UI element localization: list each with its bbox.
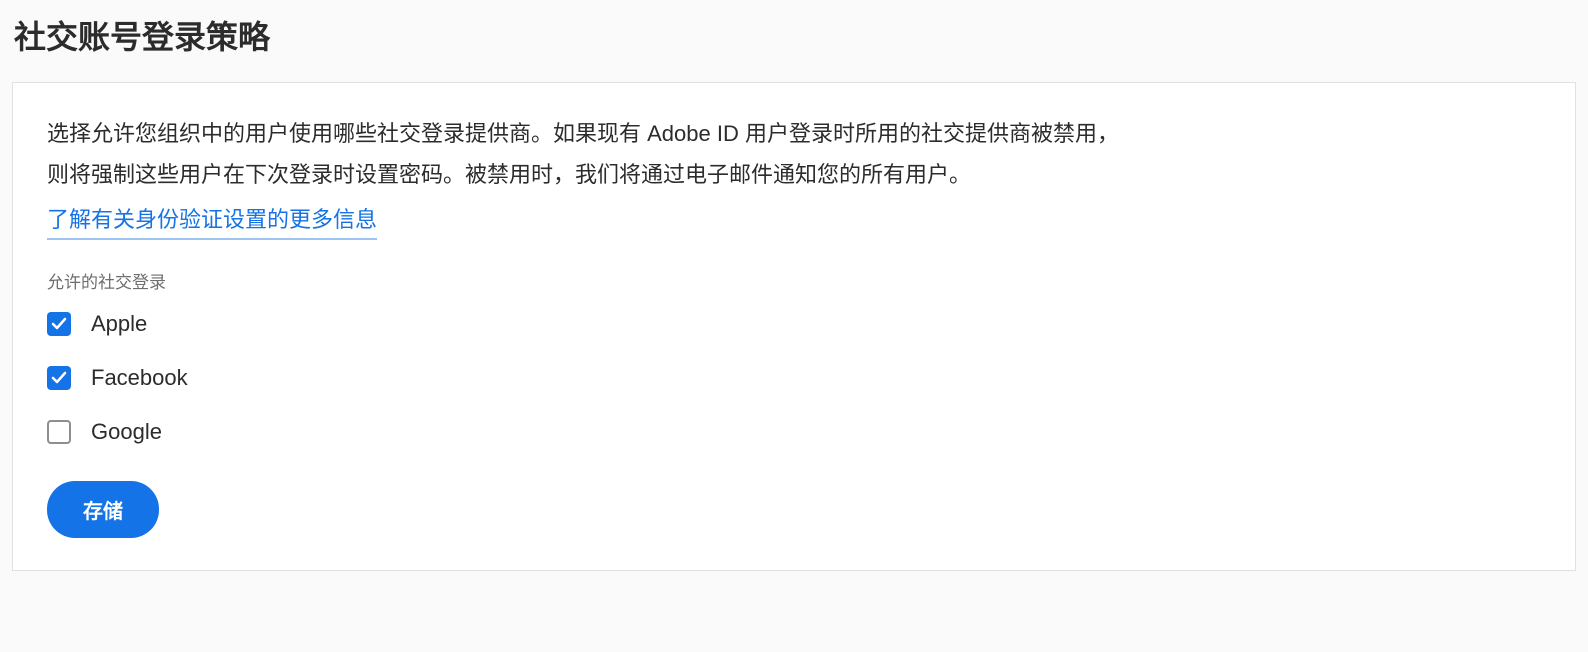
checkbox-row-google[interactable]: Google	[47, 419, 1541, 445]
checkbox-label-facebook: Facebook	[91, 365, 188, 391]
checkbox-google[interactable]	[47, 420, 71, 444]
policy-description-line-1: 选择允许您组织中的用户使用哪些社交登录提供商。如果现有 Adobe ID 用户登…	[47, 115, 1541, 152]
check-icon	[51, 370, 67, 386]
learn-more-link[interactable]: 了解有关身份验证设置的更多信息	[47, 202, 377, 240]
checkbox-row-facebook[interactable]: Facebook	[47, 365, 1541, 391]
check-icon	[51, 316, 67, 332]
checkbox-facebook[interactable]	[47, 366, 71, 390]
checkbox-apple[interactable]	[47, 312, 71, 336]
page-title: 社交账号登录策略	[12, 12, 1576, 58]
social-login-policy-card: 选择允许您组织中的用户使用哪些社交登录提供商。如果现有 Adobe ID 用户登…	[12, 82, 1576, 571]
save-button[interactable]: 存储	[47, 481, 159, 538]
allowed-social-logins-label: 允许的社交登录	[47, 268, 1541, 293]
checkbox-label-apple: Apple	[91, 311, 147, 337]
checkbox-row-apple[interactable]: Apple	[47, 311, 1541, 337]
checkbox-label-google: Google	[91, 419, 162, 445]
policy-description-line-2: 则将强制这些用户在下次登录时设置密码。被禁用时，我们将通过电子邮件通知您的所有用…	[47, 156, 1541, 193]
